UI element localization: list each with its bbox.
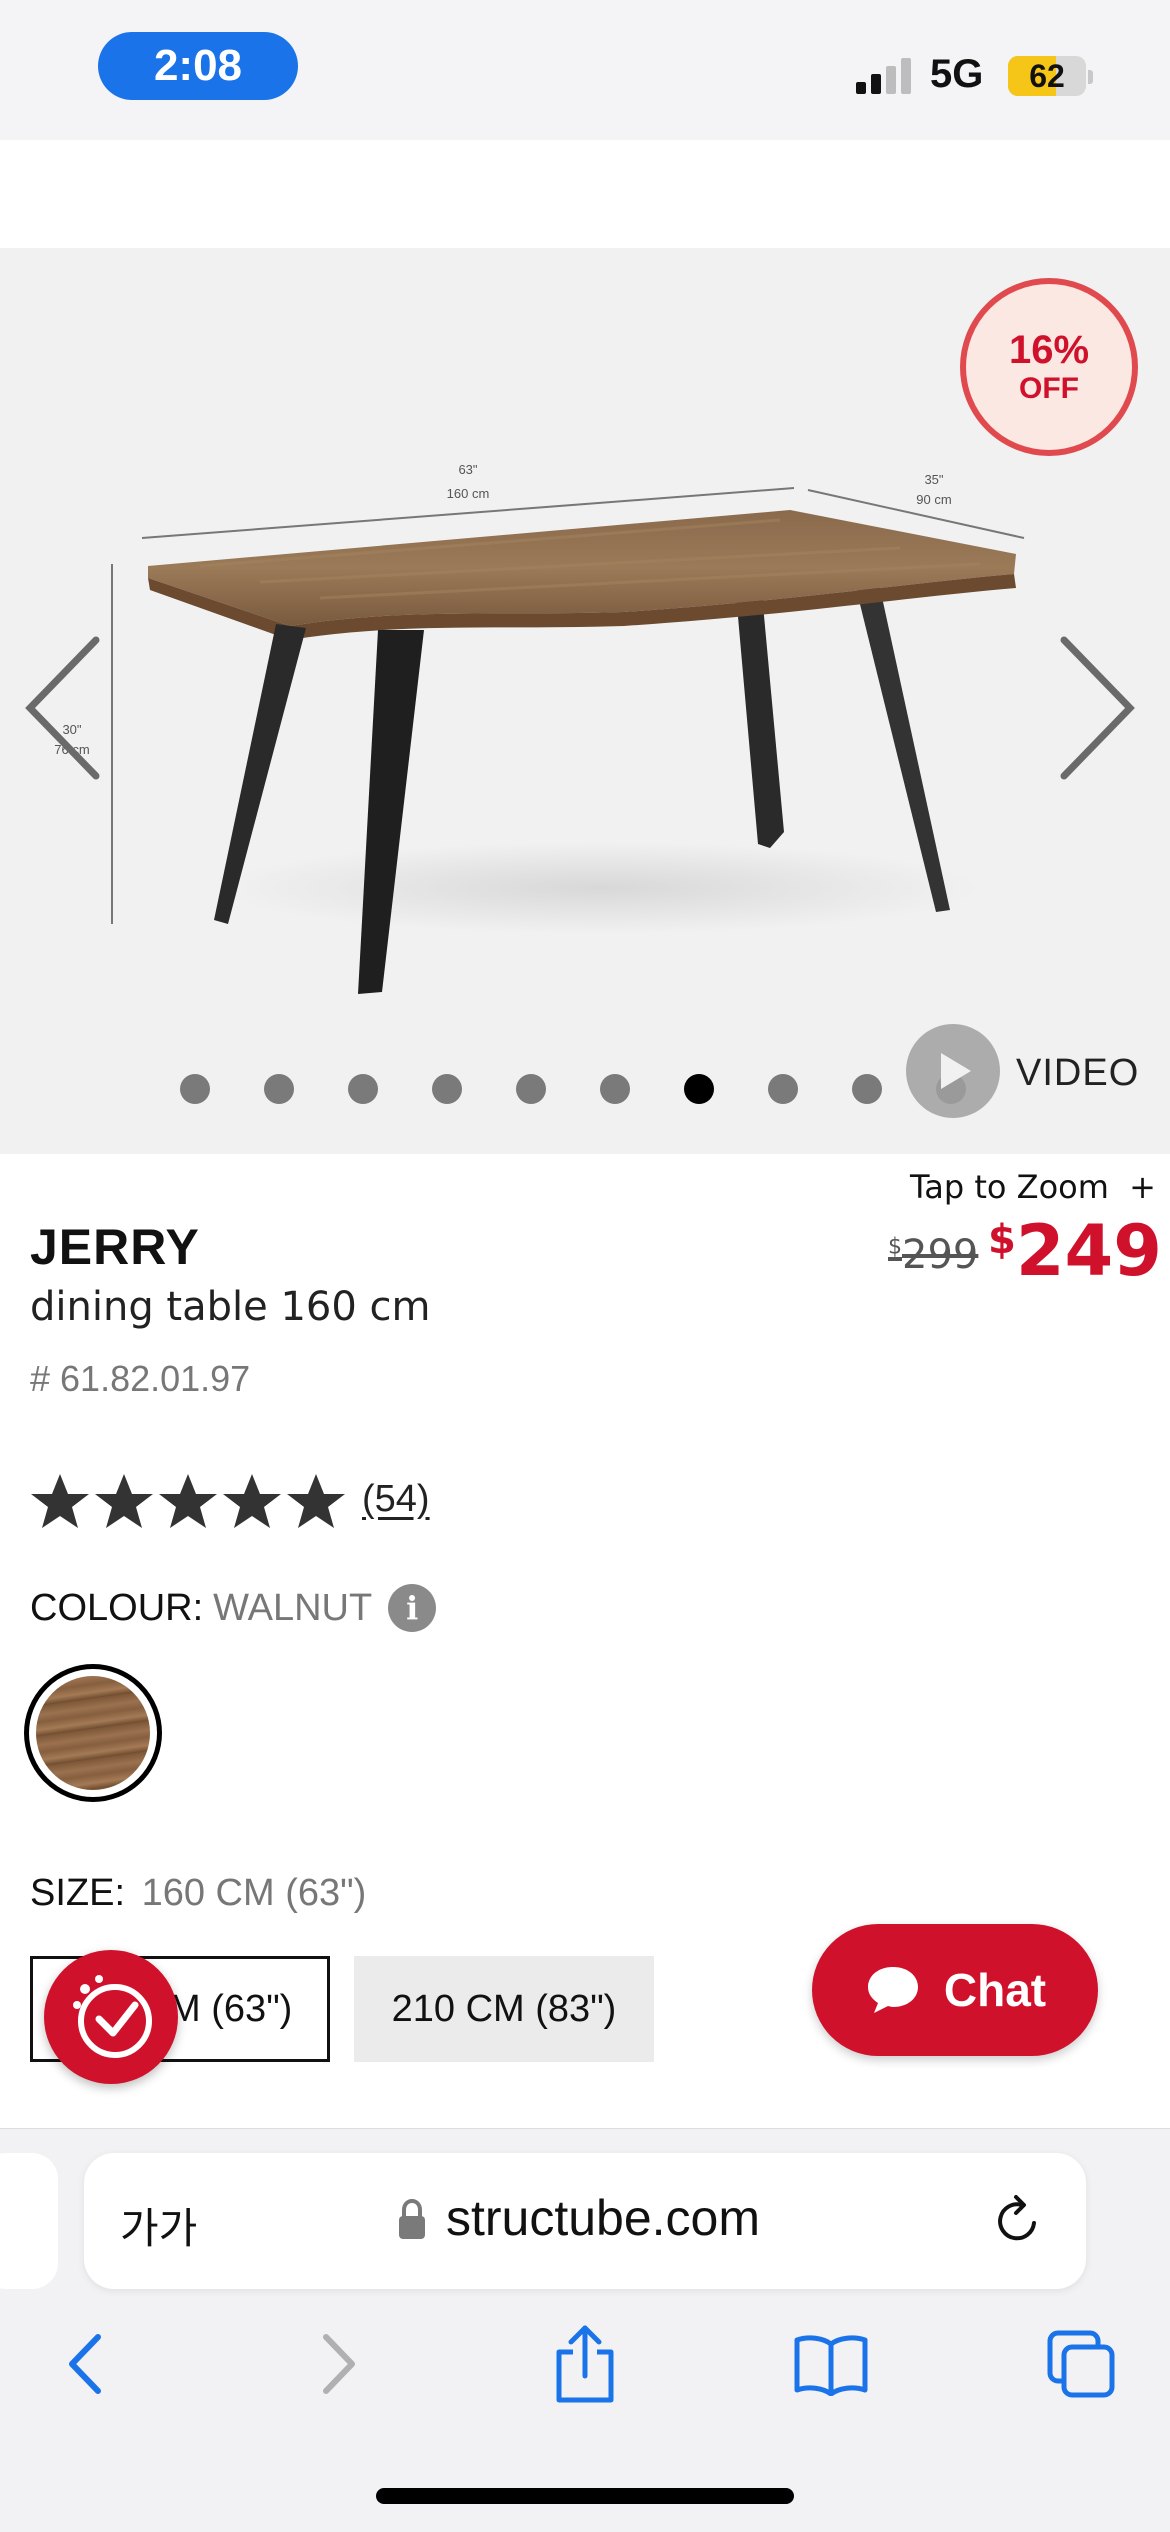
- product-sku: # 61.82.01.97: [30, 1358, 251, 1399]
- star-rating[interactable]: [28, 1470, 348, 1534]
- size-row: SIZE: 160 CM (63"): [30, 1872, 366, 1915]
- size-option-210[interactable]: 210 CM (83"): [354, 1956, 654, 2062]
- back-icon: [69, 2334, 101, 2394]
- video-play-button[interactable]: [906, 1024, 1000, 1118]
- star-icon: [287, 1474, 345, 1528]
- bookmarks-icon: [794, 2335, 868, 2396]
- play-icon: [941, 1053, 971, 1089]
- home-indicator: [376, 2488, 794, 2504]
- pagination-dot[interactable]: [852, 1074, 882, 1104]
- chevron-right-icon[interactable]: [1060, 628, 1140, 788]
- colour-swatch-walnut[interactable]: [24, 1664, 162, 1802]
- page-settings-button[interactable]: 가가: [120, 2195, 197, 2256]
- pagination-dot[interactable]: [516, 1074, 546, 1104]
- forward-icon: [323, 2334, 355, 2394]
- size-value: 160 CM (63"): [141, 1872, 367, 1914]
- pagination-dot[interactable]: [768, 1074, 798, 1104]
- pagination-dot[interactable]: [684, 1074, 714, 1104]
- discount-badge: 16% OFF: [960, 278, 1138, 456]
- chat-label: Chat: [943, 1964, 1047, 2016]
- page-header-space: [0, 140, 1170, 248]
- dimension-width-label: 63": [458, 462, 477, 477]
- chevron-left-icon[interactable]: [20, 628, 100, 788]
- battery-icon: 62: [1008, 56, 1086, 96]
- dimension-depth-label: 35": [924, 472, 943, 487]
- promo-badge-icon[interactable]: [44, 1950, 178, 2084]
- signal-icon: [856, 58, 914, 94]
- forward-button[interactable]: [294, 2319, 384, 2409]
- pagination-dot[interactable]: [432, 1074, 462, 1104]
- network-type: 5G: [930, 52, 984, 96]
- chat-bubble-icon: [867, 1967, 918, 2013]
- tabs-button[interactable]: [1036, 2319, 1126, 2409]
- status-bar: 2:08 5G 62: [0, 0, 1170, 140]
- reviews-link[interactable]: (54): [362, 1478, 430, 1521]
- sale-price-value: 249: [1015, 1210, 1162, 1292]
- size-label: SIZE:: [30, 1872, 126, 1914]
- old-price: $299: [888, 1232, 978, 1278]
- url-text[interactable]: structube.com: [446, 2189, 760, 2247]
- tap-to-zoom-label: Tap to Zoom: [910, 1168, 1109, 1206]
- lock-icon: [399, 2199, 425, 2239]
- share-icon: [556, 2325, 614, 2403]
- product-name: JERRY: [30, 1219, 200, 1275]
- reload-icon[interactable]: [990, 2193, 1046, 2249]
- star-icon: [31, 1474, 89, 1528]
- discount-off-label: OFF: [1019, 372, 1079, 405]
- sale-price: $249: [988, 1210, 1162, 1292]
- dimension-width-cm-label: 160 cm: [447, 486, 490, 501]
- star-icon: [95, 1474, 153, 1528]
- star-icon: [223, 1474, 281, 1528]
- old-price-currency: $: [888, 1234, 902, 1260]
- walnut-swatch-image: [36, 1676, 150, 1790]
- pagination-dot[interactable]: [600, 1074, 630, 1104]
- tabs-icon: [1047, 2330, 1115, 2398]
- colour-value: WALNUT: [213, 1586, 373, 1629]
- pagination-dot[interactable]: [264, 1074, 294, 1104]
- pagination-dot[interactable]: [180, 1074, 210, 1104]
- previous-tab-preview[interactable]: [0, 2153, 58, 2289]
- colour-row: COLOUR: WALNUT i: [30, 1584, 437, 1632]
- browser-toolbar: 가가 structube.com: [0, 2128, 1170, 2532]
- bottom-navigation: [0, 2319, 1170, 2429]
- status-time: 2:08: [98, 32, 298, 100]
- video-label[interactable]: VIDEO: [1016, 1052, 1139, 1095]
- product-image-gallery[interactable]: 63" 160 cm 35" 90 cm 30" 76 cm 16% OFF V…: [0, 248, 1170, 1154]
- star-icon: [159, 1474, 217, 1528]
- sale-price-currency: $: [988, 1217, 1016, 1263]
- dimension-depth-cm-label: 90 cm: [916, 492, 951, 507]
- pagination-dot[interactable]: [348, 1074, 378, 1104]
- battery-tip: [1088, 70, 1093, 84]
- zoom-plus-icon: +: [1129, 1168, 1156, 1206]
- bookmarks-button[interactable]: [786, 2319, 876, 2409]
- chat-button[interactable]: Chat: [812, 1924, 1098, 2056]
- colour-label: COLOUR:: [30, 1586, 204, 1629]
- share-button[interactable]: [540, 2319, 630, 2409]
- info-icon[interactable]: i: [388, 1584, 437, 1632]
- tap-to-zoom[interactable]: Tap to Zoom +: [910, 1168, 1156, 1206]
- discount-percent: 16%: [1008, 328, 1090, 372]
- back-button[interactable]: [40, 2319, 130, 2409]
- address-bar[interactable]: 가가 structube.com: [84, 2153, 1086, 2289]
- old-price-value: 299: [902, 1232, 979, 1278]
- discount-icon: [73, 1975, 152, 2058]
- product-description: dining table 160 cm: [30, 1284, 431, 1330]
- battery-level: 62: [1029, 57, 1065, 94]
